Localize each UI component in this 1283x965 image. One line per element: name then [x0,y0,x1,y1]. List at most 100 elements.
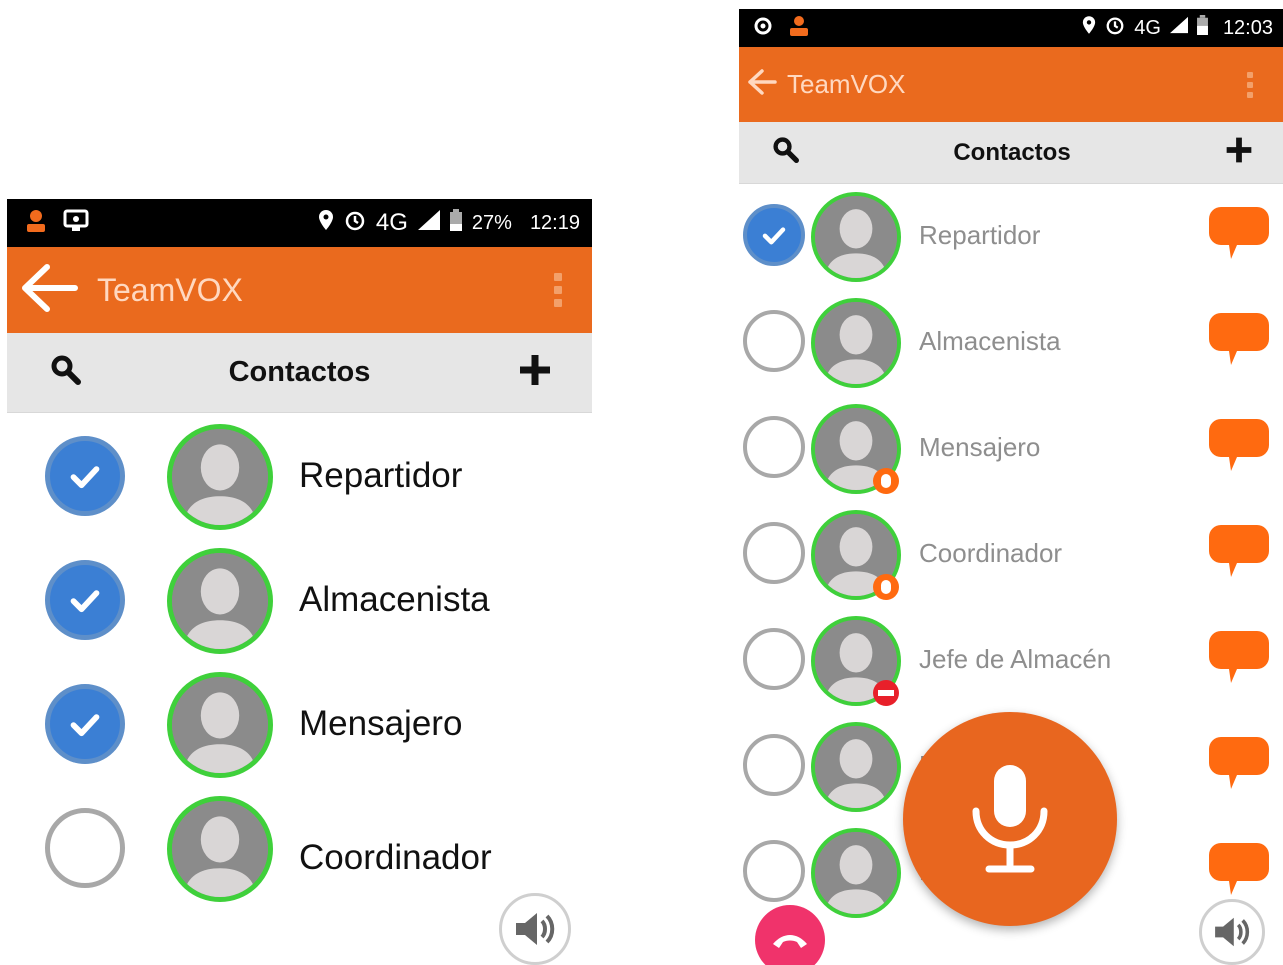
contacts-toolbar: Contactos [7,333,592,413]
back-arrow-icon[interactable] [21,263,79,317]
chat-bubble-icon [1209,207,1269,259]
network-type: 4G [375,209,408,236]
clock: 12:03 [1222,16,1273,39]
contact-name: Mensajero [299,704,463,743]
signal-icon [417,210,440,236]
contact-name: Almacenista [919,326,1061,356]
sync-notification-icon [753,16,773,41]
avatar-placeholder-icon [815,302,897,384]
search-icon[interactable] [773,137,799,168]
select-checkbox[interactable] [743,840,805,902]
select-checkbox[interactable] [45,684,125,764]
avatar-placeholder-icon [172,429,268,525]
app-bar: TeamVOX [739,47,1283,122]
contact-name: Almacenista [299,580,490,619]
chat-button[interactable] [1207,523,1271,586]
avatar-placeholder-icon [815,726,897,808]
avatar [811,722,901,812]
right-screen: 4G 12:03 TeamVOX Contactos Repartidor Alm… [739,9,1283,965]
avatar-placeholder-icon [815,196,897,278]
contact-name: Mensajero [919,432,1041,462]
speaker-button[interactable] [1199,899,1265,965]
status-bar: 4G 12:03 [739,9,1283,47]
busy-status-icon [872,467,900,495]
contact-row[interactable]: Almacenista [7,548,592,672]
avatar [167,672,273,778]
avatar [811,192,901,282]
select-checkbox[interactable] [45,808,125,888]
chat-button[interactable] [1207,841,1271,904]
chat-button[interactable] [1207,735,1271,798]
clock: 12:19 [529,211,580,234]
contact-name: Repartidor [299,456,463,495]
do-not-disturb-icon [872,679,900,707]
contact-list: Repartidor Almacenista Mensajero Coordinado… [7,424,592,920]
location-icon [1082,15,1096,41]
contact-row[interactable]: Jefe de Almacén [739,611,1283,717]
avatar-placeholder-icon [172,677,268,773]
contact-row[interactable]: Coordinador [7,796,592,920]
alarm-icon [344,209,366,237]
contact-row[interactable]: Almacenista [739,293,1283,399]
avatar [167,796,273,902]
app-bar: TeamVOX [7,247,592,333]
left-screen: 4G 27% 12:19 TeamVOX Contactos Repartido… [7,199,592,965]
cast-notification-icon [63,209,89,238]
battery-percent: 27% [471,211,512,234]
avatar-placeholder-icon [172,553,268,649]
select-checkbox[interactable] [743,416,805,478]
contact-name: Coordinador [919,538,1063,568]
location-icon [318,209,334,237]
add-contact-icon[interactable] [1225,136,1253,169]
toolbar-title: Contactos [228,356,371,388]
chat-button[interactable] [1207,205,1271,268]
select-checkbox[interactable] [743,522,805,584]
contact-name: Jefe de Almacén [919,644,1112,674]
contact-row[interactable]: Mensajero [7,672,592,796]
contact-row[interactable]: Repartidor [7,424,592,548]
checkmark-icon [70,714,100,737]
chat-bubble-icon [1209,525,1269,577]
chat-button[interactable] [1207,311,1271,374]
contact-row[interactable]: Repartidor [739,187,1283,293]
contact-name: Repartidor [919,220,1041,250]
contacts-toolbar: Contactos [739,122,1283,184]
speaker-button[interactable] [499,893,571,965]
checkmark-icon [70,466,100,489]
speaker-icon [1215,917,1250,947]
app-title: TeamVOX [97,271,243,308]
avatar-placeholder-icon [172,801,268,897]
push-to-talk-button[interactable] [903,712,1117,926]
select-checkbox[interactable] [45,436,125,516]
avatar [167,424,273,530]
person-notification-icon [25,209,47,238]
search-icon[interactable] [51,355,81,390]
contact-row[interactable]: Coordinador [739,505,1283,611]
chat-button[interactable] [1207,417,1271,480]
select-checkbox[interactable] [743,204,805,266]
status-bar: 4G 27% 12:19 [7,199,592,247]
chat-button[interactable] [1207,629,1271,692]
phone-hangup-icon [773,935,807,948]
person-notification-icon [789,15,809,42]
chat-bubble-icon [1209,313,1269,365]
select-checkbox[interactable] [743,734,805,796]
avatar [811,828,901,918]
alarm-icon [1105,15,1125,41]
overflow-menu-icon[interactable] [1247,71,1253,98]
microphone-icon [972,765,1048,873]
battery-icon [449,209,462,237]
overflow-menu-icon[interactable] [554,273,562,307]
select-checkbox[interactable] [743,310,805,372]
add-contact-icon[interactable] [518,353,552,392]
chat-bubble-icon [1209,843,1269,895]
contact-row[interactable]: Mensajero [739,399,1283,505]
network-type: 4G [1134,16,1161,39]
busy-status-icon [872,573,900,601]
back-arrow-icon[interactable] [747,68,777,101]
chat-bubble-icon [1209,737,1269,789]
select-checkbox[interactable] [45,560,125,640]
contact-name: Coordinador [299,838,492,877]
select-checkbox[interactable] [743,628,805,690]
battery-icon [1196,15,1208,41]
